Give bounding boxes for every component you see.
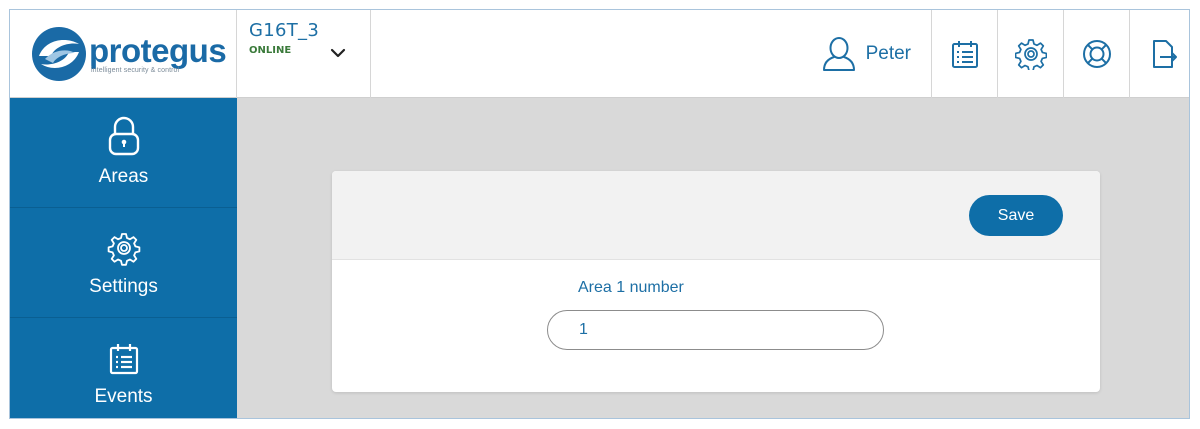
top-bar: protegus intelligent security & control … — [10, 10, 1189, 98]
protegus-logo-icon — [32, 27, 86, 81]
settings-button[interactable] — [997, 10, 1063, 98]
gear-icon — [1014, 39, 1047, 70]
lifebuoy-help-icon — [1082, 40, 1111, 68]
brand-tagline: intelligent security & control — [91, 66, 180, 74]
sidebar-item-label: Events — [94, 386, 153, 407]
chevron-down-icon — [330, 48, 346, 58]
sidebar-item-events[interactable]: Events — [10, 318, 237, 418]
sidebar-item-settings[interactable]: Settings — [10, 208, 237, 318]
brand-name: protegus — [89, 31, 227, 69]
user-icon — [822, 37, 855, 71]
sidebar-item-label: Areas — [98, 166, 149, 187]
events-button[interactable] — [931, 10, 997, 98]
lock-icon — [108, 116, 139, 156]
logo[interactable]: protegus intelligent security & control — [10, 10, 237, 98]
sidebar-item-areas[interactable]: Areas — [10, 98, 237, 208]
help-button[interactable] — [1063, 10, 1129, 98]
device-selector[interactable]: G16T_3 ONLINE — [237, 10, 371, 98]
sidebar: Areas Settings Events — [10, 98, 237, 418]
app-frame: protegus intelligent security & control … — [9, 9, 1190, 419]
calendar-list-icon — [109, 344, 138, 375]
logout-icon — [1152, 40, 1177, 68]
card-header: Save — [332, 171, 1100, 260]
user-menu[interactable]: Peter — [822, 10, 931, 98]
device-status-badge: ONLINE — [249, 45, 292, 56]
device-name: G16T_3 — [249, 20, 320, 41]
logout-button[interactable] — [1129, 10, 1189, 98]
save-button[interactable]: Save — [969, 195, 1063, 236]
gear-icon — [107, 233, 140, 266]
user-name: Peter — [865, 43, 911, 64]
area-number-label: Area 1 number — [578, 279, 684, 296]
events-list-icon — [951, 41, 978, 68]
sidebar-item-label: Settings — [89, 276, 158, 297]
area-number-input[interactable] — [547, 310, 884, 350]
area-settings-card: Save Area 1 number — [332, 171, 1100, 392]
